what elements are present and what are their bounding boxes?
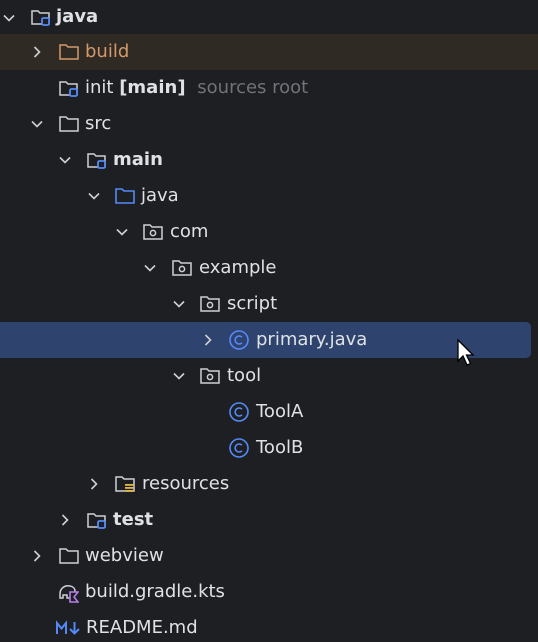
tree-item-build-gradle-kts[interactable]: build.gradle.kts (0, 574, 538, 610)
tree-item-label: build (85, 41, 130, 62)
module-folder-icon (58, 77, 80, 99)
gradle-kts-icon (57, 581, 79, 603)
tree-item-build[interactable]: build (0, 34, 538, 70)
markdown-icon (55, 617, 83, 639)
package-icon (199, 365, 221, 387)
chevron-right-icon[interactable] (30, 45, 44, 59)
tree-item-readme[interactable]: README.md (0, 610, 538, 642)
tree-item-label: resources (142, 473, 230, 494)
tree-item-label: src (85, 113, 112, 134)
chevron-right-icon[interactable] (58, 513, 72, 527)
tree-item-label: README.md (86, 617, 198, 638)
tree-item-label: java (56, 6, 99, 27)
tree-item-toola[interactable]: ToolA (0, 394, 538, 430)
tree-item-label: webview (85, 545, 164, 566)
tree-item-test[interactable]: test (0, 502, 538, 538)
tree-item-java-src[interactable]: java (0, 178, 538, 214)
module-badge: [main] (119, 77, 186, 98)
project-tree: java build init [main] sources root src (0, 0, 538, 642)
chevron-right-icon[interactable] (201, 333, 215, 347)
tree-item-label: primary.java (256, 329, 368, 350)
tree-item-label: script (227, 293, 278, 314)
tree-item-primary-java[interactable]: primary.java (0, 322, 531, 358)
module-folder-icon (86, 509, 108, 531)
folder-icon (58, 545, 80, 567)
tree-item-resources[interactable]: resources (0, 466, 538, 502)
chevron-down-icon[interactable] (58, 153, 72, 167)
chevron-right-icon[interactable] (87, 477, 101, 491)
java-class-icon (228, 329, 250, 351)
chevron-right-icon[interactable] (30, 549, 44, 563)
tree-item-label: tool (227, 365, 262, 386)
package-icon (199, 293, 221, 315)
tree-item-label: example (199, 257, 277, 278)
tree-item-label: build.gradle.kts (85, 581, 225, 602)
tree-item-init[interactable]: init [main] sources root (0, 70, 538, 106)
tree-item-java-root[interactable]: java (0, 0, 538, 36)
java-class-icon (228, 401, 250, 423)
tree-item-label: com (170, 221, 209, 242)
tree-item-label: init (85, 77, 114, 98)
chevron-down-icon[interactable] (172, 297, 186, 311)
mouse-cursor-icon (456, 338, 478, 368)
tree-item-label: main (113, 149, 163, 170)
excluded-folder-icon (58, 41, 80, 63)
chevron-down-icon[interactable] (115, 225, 129, 239)
tree-item-com[interactable]: com (0, 214, 538, 250)
chevron-down-icon[interactable] (172, 369, 186, 383)
package-icon (171, 257, 193, 279)
tree-item-example[interactable]: example (0, 250, 538, 286)
tree-item-script[interactable]: script (0, 286, 538, 322)
java-class-icon (228, 437, 250, 459)
module-folder-icon (30, 6, 52, 28)
tree-item-webview[interactable]: webview (0, 538, 538, 574)
tree-item-main[interactable]: main (0, 142, 538, 178)
tree-item-label: java (141, 185, 179, 206)
folder-icon (58, 113, 80, 135)
module-folder-icon (86, 149, 108, 171)
tree-item-label: test (113, 509, 154, 530)
source-folder-icon (114, 185, 136, 207)
tree-item-src[interactable]: src (0, 106, 538, 142)
chevron-down-icon[interactable] (87, 189, 101, 203)
package-icon (142, 221, 164, 243)
tree-item-label: ToolA (256, 401, 304, 422)
sources-root-hint: sources root (197, 77, 309, 98)
tree-item-label: ToolB (256, 437, 304, 458)
resources-folder-icon (114, 473, 136, 495)
chevron-down-icon[interactable] (143, 261, 157, 275)
chevron-down-icon[interactable] (2, 11, 16, 25)
chevron-down-icon[interactable] (30, 117, 44, 131)
tree-item-toolb[interactable]: ToolB (0, 430, 538, 466)
